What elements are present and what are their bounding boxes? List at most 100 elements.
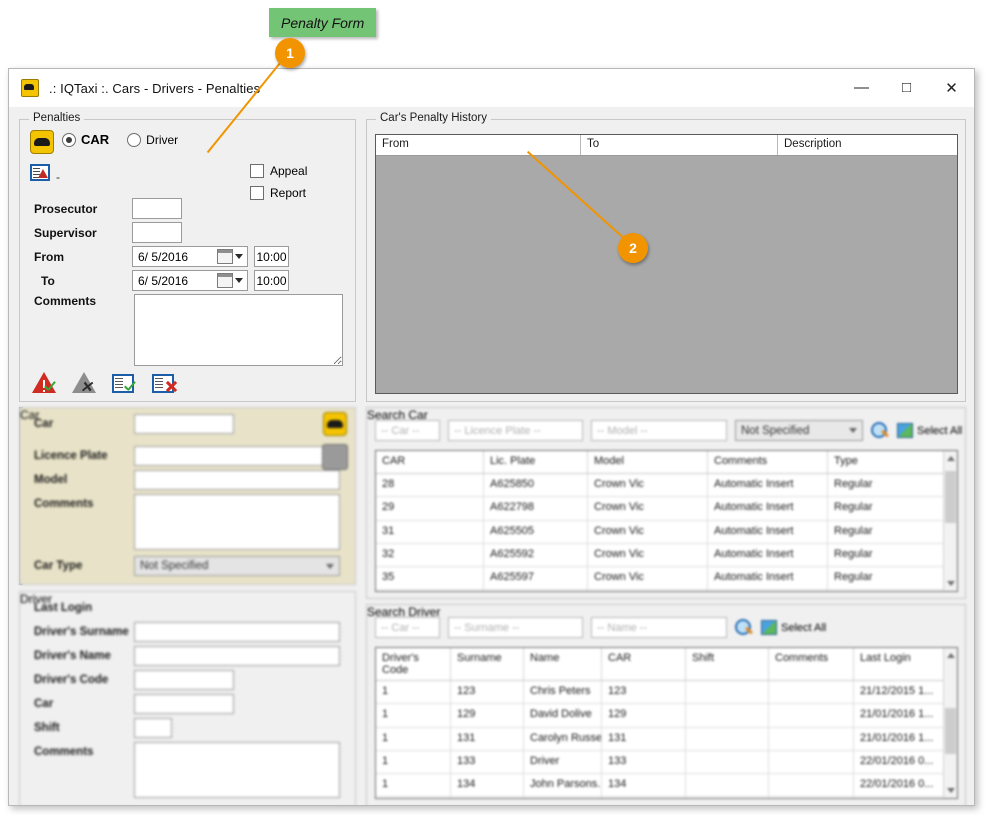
driver-car-input[interactable] <box>134 694 234 714</box>
taxi-confirm-icon[interactable] <box>323 412 347 436</box>
car-grid-scrollbar[interactable] <box>943 451 957 591</box>
column-header-from[interactable]: From <box>376 135 581 155</box>
penalty-history-table[interactable]: From To Description <box>375 134 958 394</box>
table-cell: 31 <box>376 520 484 543</box>
car-search-icon[interactable] <box>322 444 348 470</box>
checkbox-appeal[interactable]: Appeal <box>250 164 307 178</box>
table-row[interactable]: 35 A625597 Crown Vic Automatic Insert Regula… <box>376 567 957 591</box>
table-row[interactable]: 1144Amalia Thibo...14421/01/2016 0... <box>376 797 957 798</box>
column-header-drivers-code[interactable]: Driver's Code <box>376 648 451 680</box>
magnifier-icon[interactable] <box>735 618 753 637</box>
car-comments-textarea[interactable] <box>134 494 340 550</box>
table-row[interactable]: 29 A622798 Crown Vic Automatic Insert Regula… <box>376 497 957 521</box>
table-row[interactable]: 1 133 Driver 133 22/01/2016 0... <box>376 750 957 775</box>
table-cell: A625592 <box>484 543 588 567</box>
driver-comments-textarea[interactable] <box>134 742 340 798</box>
search-car-model-input[interactable]: -- Model -- <box>591 420 727 441</box>
scroll-up-icon[interactable] <box>947 653 955 658</box>
column-header-to[interactable]: To <box>581 135 778 155</box>
radio-driver[interactable]: Driver <box>127 132 178 147</box>
cancel-penalty-icon[interactable] <box>152 372 182 398</box>
annotation-label-1: Penalty Form <box>269 8 377 37</box>
magnifier-icon[interactable] <box>871 421 889 440</box>
delete-penalty-icon[interactable]: ✕ <box>72 372 102 398</box>
search-car-select-all-button[interactable]: Select All <box>897 423 962 438</box>
car-grid-header: CAR Lic. Plate Model Comments Type <box>376 451 957 474</box>
column-header-name[interactable]: Name <box>524 648 602 680</box>
from-time-input[interactable]: 10:00 <box>254 246 289 267</box>
search-car-plate-input[interactable]: -- Licence Plate -- <box>448 420 583 441</box>
column-header-driver-comments[interactable]: Comments <box>769 648 854 680</box>
to-date-picker[interactable]: 6/ 5/2016 <box>132 270 248 291</box>
table-row[interactable]: 32 A625592 Crown Vic Automatic Insert Regula… <box>376 543 957 568</box>
driver-surname-input[interactable] <box>134 622 340 642</box>
search-driver-car-input[interactable]: -- Car -- <box>375 617 440 638</box>
column-header-shift[interactable]: Shift <box>686 648 769 680</box>
column-header-comments[interactable]: Comments <box>708 451 828 473</box>
to-time-input[interactable]: 10:00 <box>254 270 289 291</box>
car-type-select[interactable]: Not Specified <box>134 556 340 576</box>
column-header-model[interactable]: Model <box>588 451 708 473</box>
location-pin-icon[interactable] <box>320 594 338 616</box>
from-date-picker[interactable]: 6/ 5/2016 <box>132 246 248 267</box>
table-cell <box>769 774 854 797</box>
search-car-car-input[interactable]: -- Car -- <box>375 420 440 441</box>
table-cell: Crown Vic <box>588 590 708 591</box>
table-cell: 29 <box>376 497 484 520</box>
column-header-type[interactable]: Type <box>828 451 957 473</box>
maximize-icon[interactable]: □ <box>884 69 929 106</box>
search-driver-group: Search Driver -- Car -- -- Surname -- --… <box>366 604 966 805</box>
table-row[interactable]: 36A625656Crown VicAutomatic InsertRegula… <box>376 590 957 591</box>
table-cell: 36 <box>376 590 484 591</box>
to-label: To <box>41 273 55 288</box>
search-driver-name-input[interactable]: -- Name -- <box>591 617 727 638</box>
search-driver-select-all-button[interactable]: Select All <box>761 620 826 635</box>
column-header-surname[interactable]: Surname <box>451 648 524 680</box>
table-row[interactable]: 1 134 John Parsons... 134 22/01/2016 0... <box>376 774 957 798</box>
scroll-down-icon[interactable] <box>947 788 955 793</box>
minimize-icon[interactable]: — <box>839 69 884 106</box>
table-cell: Carolyn Russell <box>524 727 602 750</box>
car-input[interactable] <box>134 414 234 434</box>
prosecutor-label: Prosecutor <box>34 201 98 216</box>
column-header-lic-plate[interactable]: Lic. Plate <box>484 451 588 473</box>
driver-code-input[interactable] <box>134 670 234 690</box>
search-car-group: Search Car -- Car -- -- Licence Plate --… <box>366 407 966 599</box>
save-penalty-icon[interactable] <box>112 372 142 398</box>
shift-input[interactable] <box>134 718 172 738</box>
table-row[interactable]: 1 123 Chris Peters 123 21/12/2015 1... <box>376 681 957 705</box>
table-cell <box>769 681 854 704</box>
scrollbar-thumb[interactable] <box>945 471 956 523</box>
scroll-up-icon[interactable] <box>947 456 955 461</box>
licence-plate-input[interactable] <box>134 446 340 466</box>
penalty-document-icon[interactable] <box>30 164 50 181</box>
column-header-driver-car[interactable]: CAR <box>602 648 686 680</box>
supervisor-input[interactable] <box>132 222 182 243</box>
search-car-type-select[interactable]: Not Specified <box>735 420 863 441</box>
driver-name-input[interactable] <box>134 646 340 666</box>
car-comments-label: Comments <box>34 498 94 510</box>
close-icon[interactable]: ✕ <box>929 69 974 106</box>
table-row[interactable]: 28 A625850 Crown Vic Automatic Insert Regula… <box>376 474 957 498</box>
scrollbar-thumb[interactable] <box>945 708 956 754</box>
table-row[interactable]: 31 A625505 Crown Vic Automatic Insert Regula… <box>376 520 957 544</box>
column-header-last-login[interactable]: Last Login <box>854 648 957 680</box>
table-cell: 21/01/2016 0... <box>854 797 957 798</box>
table-row[interactable]: 1 131 Carolyn Russell 131 21/01/2016 1... <box>376 727 957 751</box>
scroll-down-icon[interactable] <box>947 581 955 586</box>
column-header-description[interactable]: Description <box>778 135 957 155</box>
driver-results-grid[interactable]: Driver's Code Surname Name CAR Shift Com… <box>375 647 958 799</box>
table-row[interactable]: 1 129 David Dolive 129 21/01/2016 1... <box>376 704 957 728</box>
add-penalty-icon[interactable] <box>32 372 62 398</box>
car-results-grid[interactable]: CAR Lic. Plate Model Comments Type 28 A62… <box>375 450 958 592</box>
checkbox-report[interactable]: Report <box>250 186 306 200</box>
prosecutor-input[interactable] <box>132 198 182 219</box>
driver-grid-scrollbar[interactable] <box>943 648 957 798</box>
table-cell: Amalia Thibo... <box>524 797 602 798</box>
table-cell: 131 <box>602 727 686 750</box>
radio-car[interactable]: CAR <box>62 132 109 147</box>
column-header-car[interactable]: CAR <box>376 451 484 473</box>
comments-textarea[interactable] <box>134 294 343 366</box>
model-input[interactable] <box>134 470 340 490</box>
search-driver-surname-input[interactable]: -- Surname -- <box>448 617 583 638</box>
